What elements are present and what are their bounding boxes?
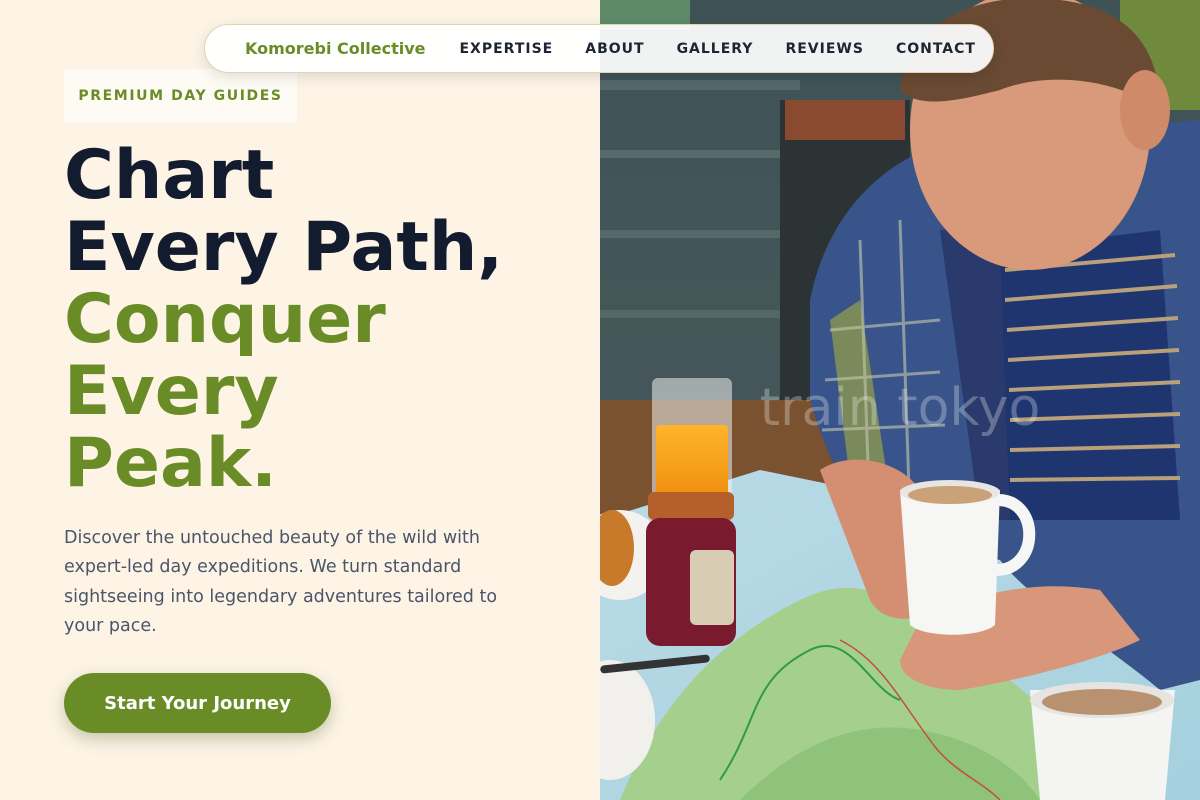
headline-line-1: Chart [64, 136, 275, 215]
nav-item-contact[interactable]: CONTACT [896, 41, 976, 57]
headline-line-2: Every Path, [64, 208, 504, 287]
headline-line-3: Conquer [64, 280, 386, 359]
nav-item-expertise[interactable]: EXPERTISE [459, 41, 553, 57]
premium-badge: PREMIUM DAY GUIDES [64, 69, 297, 123]
headline-line-4: Every [64, 352, 279, 431]
photo-watermark: train tokyo [760, 378, 1041, 438]
hero-headline: Chart Every Path, Conquer Every Peak. [64, 140, 503, 500]
hero-photo-illustration: train tokyo [600, 0, 1200, 800]
start-journey-button[interactable]: Start Your Journey [64, 673, 331, 733]
hero-description: Discover the untouched beauty of the wil… [64, 528, 498, 636]
nav-item-about[interactable]: ABOUT [585, 41, 644, 57]
brand-logo[interactable]: Komorebi Collective [245, 39, 425, 58]
nav-item-reviews[interactable]: REVIEWS [785, 41, 863, 57]
nav-item-gallery[interactable]: GALLERY [677, 41, 754, 57]
main-navigation: Komorebi Collective EXPERTISE ABOUT GALL… [204, 24, 994, 73]
hero-photo: train tokyo [600, 0, 1200, 800]
headline-line-5: Peak. [64, 424, 277, 503]
